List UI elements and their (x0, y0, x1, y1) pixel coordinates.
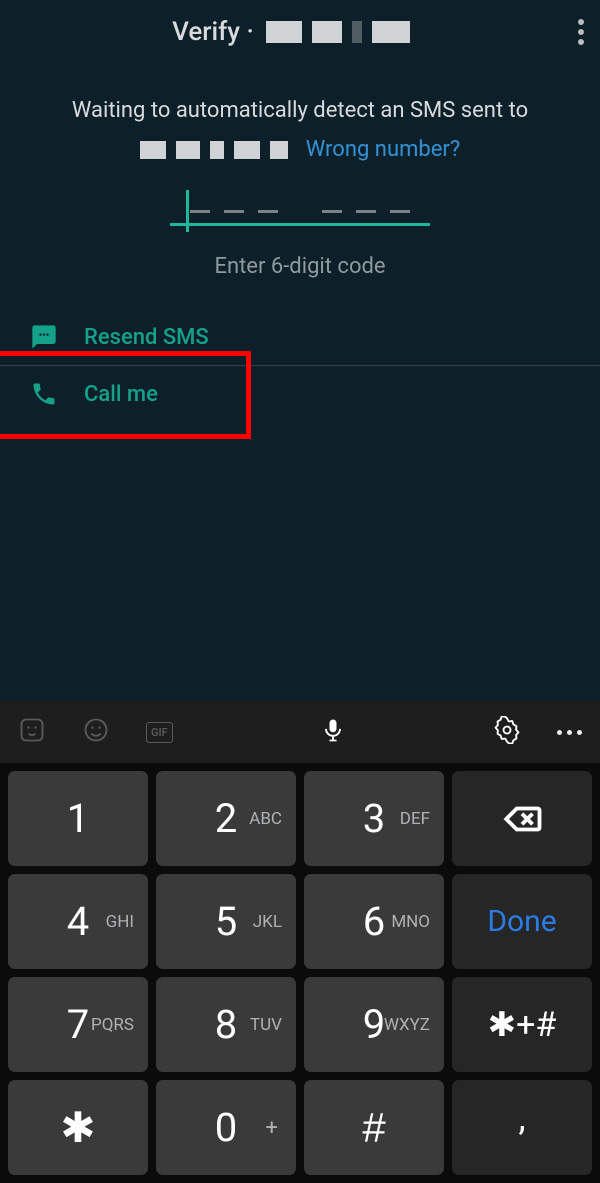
waiting-text: Waiting to automatically detect an SMS s… (72, 98, 528, 123)
key-7[interactable]: 7PQRS (8, 977, 148, 1072)
key-symbols[interactable]: ✱+# (452, 977, 592, 1072)
main-content: Waiting to automatically detect an SMS s… (0, 64, 600, 701)
key-star[interactable]: ✱ (8, 1080, 148, 1175)
key-9[interactable]: 9WXYZ (304, 977, 444, 1072)
mic-icon[interactable] (319, 716, 347, 748)
key-backspace[interactable] (452, 771, 592, 866)
code-input[interactable] (170, 192, 430, 226)
keyboard-more-icon[interactable] (557, 730, 582, 735)
sms-icon (30, 323, 58, 351)
key-4[interactable]: 4GHI (8, 874, 148, 969)
sticker-icon[interactable] (18, 716, 46, 748)
settings-icon[interactable] (493, 716, 521, 748)
page-title: Verify · (172, 17, 254, 47)
app-header: Verify · (0, 0, 600, 64)
key-2[interactable]: 2ABC (156, 771, 296, 866)
overflow-menu-icon[interactable] (572, 19, 590, 45)
key-0[interactable]: 0+ (156, 1080, 296, 1175)
key-comma[interactable]: , (452, 1080, 592, 1175)
key-5[interactable]: 5JKL (156, 874, 296, 969)
gif-icon[interactable]: GIF (146, 722, 173, 743)
text-cursor (186, 190, 189, 232)
keyboard: GIF 1 2ABC 3DEF 4GHI 5JKL 6MNO Done 7PQR… (0, 701, 600, 1183)
code-helper-text: Enter 6-digit code (214, 254, 385, 279)
key-3[interactable]: 3DEF (304, 771, 444, 866)
key-done[interactable]: Done (452, 874, 592, 969)
redacted-phone-body (140, 141, 288, 159)
redacted-phone-header (266, 21, 410, 43)
backspace-icon (501, 798, 543, 840)
key-hash[interactable]: # (304, 1080, 444, 1175)
key-6[interactable]: 6MNO (304, 874, 444, 969)
wrong-number-link[interactable]: Wrong number? (306, 137, 460, 162)
key-8[interactable]: 8TUV (156, 977, 296, 1072)
resend-sms-label: Resend SMS (84, 325, 209, 350)
key-1[interactable]: 1 (8, 771, 148, 866)
emoji-icon[interactable] (82, 716, 110, 748)
tutorial-highlight (0, 356, 246, 434)
keyboard-toolbar: GIF (0, 701, 600, 763)
